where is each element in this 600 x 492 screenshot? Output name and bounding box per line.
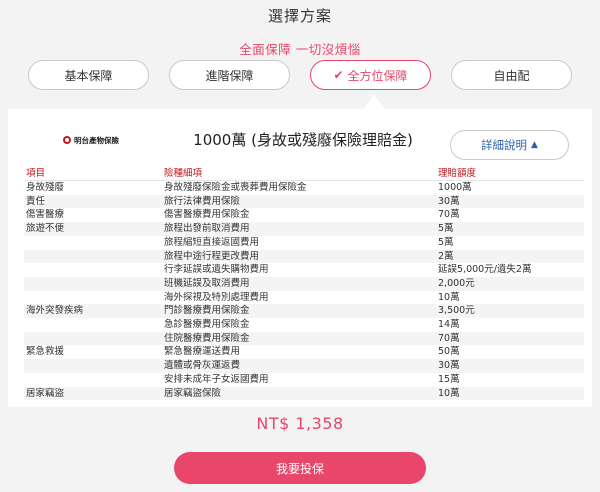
cell-item: 旅遊不便 — [24, 222, 162, 236]
cell-amount: 30萬 — [436, 359, 584, 373]
plan-tab-comprehensive[interactable]: ✔ 全方位保障 — [310, 60, 431, 90]
cell-amount: 10萬 — [436, 386, 584, 401]
cell-amount: 5萬 — [438, 236, 454, 248]
cell-amount: 15萬 — [438, 373, 460, 385]
cell-item: 傷害醫療 — [26, 209, 65, 221]
table-row: 班機延誤及取消費用 2,000元 — [24, 276, 584, 291]
cell-amount: 70萬 — [436, 331, 584, 346]
plan-tab-advanced[interactable]: 進階保障 — [169, 60, 290, 90]
table-row: 責任 旅行法律費用保險 30萬 — [24, 194, 584, 209]
cell-item — [24, 236, 162, 250]
buy-insurance-button[interactable]: 我要投保 — [174, 452, 426, 484]
plan-tab-basic[interactable]: 基本保障 — [28, 60, 149, 90]
insurer-logo-text: 明台產物保險 — [74, 135, 119, 145]
header-amount: 理賠額度 — [436, 168, 584, 181]
coverage-table-body: 身故殘廢 身故殘廢保險金或喪葬費用保險金 1000萬 責任 旅行法律費用保險 30萬 傷害醫… — [24, 181, 584, 401]
cell-amount: 延誤5,000元/遺失2萬 — [438, 264, 532, 276]
cell-item — [24, 318, 162, 332]
cell-amount: 3,500元 — [436, 304, 584, 319]
table-row: 身故殘廢 身故殘廢保險金或喪葬費用保險金 1000萬 — [24, 181, 584, 195]
plan-tab-label: 全方位保障 — [347, 68, 408, 83]
insurer-logo-icon — [63, 136, 71, 144]
table-row: 行李延誤或遺失購物費用 延誤5,000元/遺失2萬 — [24, 263, 584, 277]
table-row: 旅程縮短直接返國費用 5萬 — [24, 236, 584, 250]
cell-subitem: 急診醫療費用保險金 — [164, 319, 250, 331]
panel-pointer — [363, 95, 385, 109]
cell-subitem: 旅程中途行程更改費用 — [162, 249, 436, 264]
table-row: 急診醫療費用保險金 14萬 — [24, 318, 584, 332]
cell-item: 緊急救援 — [26, 346, 65, 358]
header-subitem: 險種細項 — [162, 168, 436, 181]
cell-item — [24, 331, 162, 346]
cell-subitem: 班機延誤及取消費用 — [162, 276, 436, 291]
cell-subitem: 緊急醫療運送費用 — [164, 346, 241, 358]
cell-amount: 2萬 — [436, 249, 584, 264]
cell-amount: 30萬 — [436, 194, 584, 209]
cell-item: 海外突發疾病 — [24, 304, 162, 319]
page-subtitle: 全面保障 一切沒煩惱 — [239, 42, 361, 57]
insurer-logo: 明台產物保險 — [63, 132, 133, 148]
table-row: 安排未成年子女返國費用 15萬 — [24, 373, 584, 387]
table-row: 海外突發疾病 門診醫療費用保險金 3,500元 — [24, 304, 584, 319]
plan-detail-panel: 明台產物保險 1000萬 (身故或殘廢保險理賠金) 詳細說明 ▲ 項目 險種細項… — [8, 109, 592, 407]
coverage-table-header: 項目 險種細項 理賠額度 — [24, 168, 584, 181]
cell-item: 責任 — [24, 194, 162, 209]
table-row: 遺體或骨灰運返費 30萬 — [24, 359, 584, 373]
cell-item: 身故殘廢 — [26, 182, 65, 193]
cell-subitem: 住院醫療費用保險金 — [162, 331, 436, 346]
check-icon: ✔ — [333, 68, 344, 82]
plan-tab-custom[interactable]: 自由配 — [451, 60, 572, 90]
table-row: 住院醫療費用保險金 70萬 — [24, 331, 584, 346]
cell-amount: 5萬 — [436, 222, 584, 236]
table-row: 緊急救援 緊急醫療運送費用 50萬 — [24, 345, 584, 359]
header-item: 項目 — [24, 168, 162, 181]
cell-subitem: 旅行法律費用保險 — [162, 194, 436, 209]
cell-amount: 2,000元 — [436, 276, 584, 291]
cell-item — [24, 359, 162, 373]
cell-subitem: 傷害醫療費用保險金 — [164, 209, 250, 221]
cell-subitem: 海外探視及特別處理費用 — [164, 291, 269, 303]
cell-subitem: 旅程出發前取消費用 — [162, 222, 436, 236]
cell-subitem: 遺體或骨灰運返費 — [162, 359, 436, 373]
cell-subitem: 安排未成年子女返國費用 — [164, 373, 269, 385]
cell-item — [24, 249, 162, 264]
coverage-title: 1000萬 (身故或殘廢保險理賠金) — [193, 131, 413, 149]
cell-amount: 14萬 — [438, 319, 460, 331]
plan-tab-label: 自由配 — [493, 68, 530, 83]
buy-insurance-button-label: 我要投保 — [275, 461, 324, 476]
plan-tabs: 基本保障 進階保障 ✔ 全方位保障 自由配 — [28, 60, 572, 92]
table-row: 旅遊不便 旅程出發前取消費用 5萬 — [24, 222, 584, 236]
cell-item: 居家竊盜 — [24, 386, 162, 401]
details-button-label: 詳細說明 — [481, 138, 528, 152]
cell-item — [24, 291, 162, 305]
table-row: 海外探視及特別處理費用 10萬 — [24, 291, 584, 305]
plan-tab-label: 進階保障 — [205, 68, 254, 83]
cell-subitem: 旅程縮短直接返國費用 — [164, 236, 260, 248]
table-row: 傷害醫療 傷害醫療費用保險金 70萬 — [24, 208, 584, 222]
coverage-table: 項目 險種細項 理賠額度 身故殘廢 身故殘廢保險金或喪葬費用保險金 1000萬 責任旅… — [24, 168, 584, 401]
cell-amount: 10萬 — [438, 291, 460, 303]
cell-amount: 1000萬 — [438, 182, 472, 193]
cell-amount: 70萬 — [438, 209, 460, 221]
page-title: 選擇方案 — [267, 7, 332, 25]
plan-tab-label: 基本保障 — [64, 68, 113, 83]
chevron-up-icon: ▲ — [531, 140, 538, 150]
price: NT$ 1,358 — [256, 414, 344, 433]
cell-subitem: 身故殘廢保險金或喪葬費用保險金 — [164, 182, 307, 193]
cell-subitem: 門診醫療費用保險金 — [162, 304, 436, 319]
details-button[interactable]: 詳細說明 ▲ — [450, 130, 569, 160]
table-row: 居家竊盜 居家竊盜保險 10萬 — [24, 386, 584, 401]
cell-item — [24, 373, 162, 387]
cell-amount: 50萬 — [438, 346, 460, 358]
table-row: 旅程中途行程更改費用 2萬 — [24, 249, 584, 264]
cell-item — [24, 263, 162, 277]
cell-subitem: 行李延誤或遺失購物費用 — [164, 264, 269, 276]
cell-item — [24, 276, 162, 291]
cell-subitem: 居家竊盜保險 — [162, 386, 436, 401]
